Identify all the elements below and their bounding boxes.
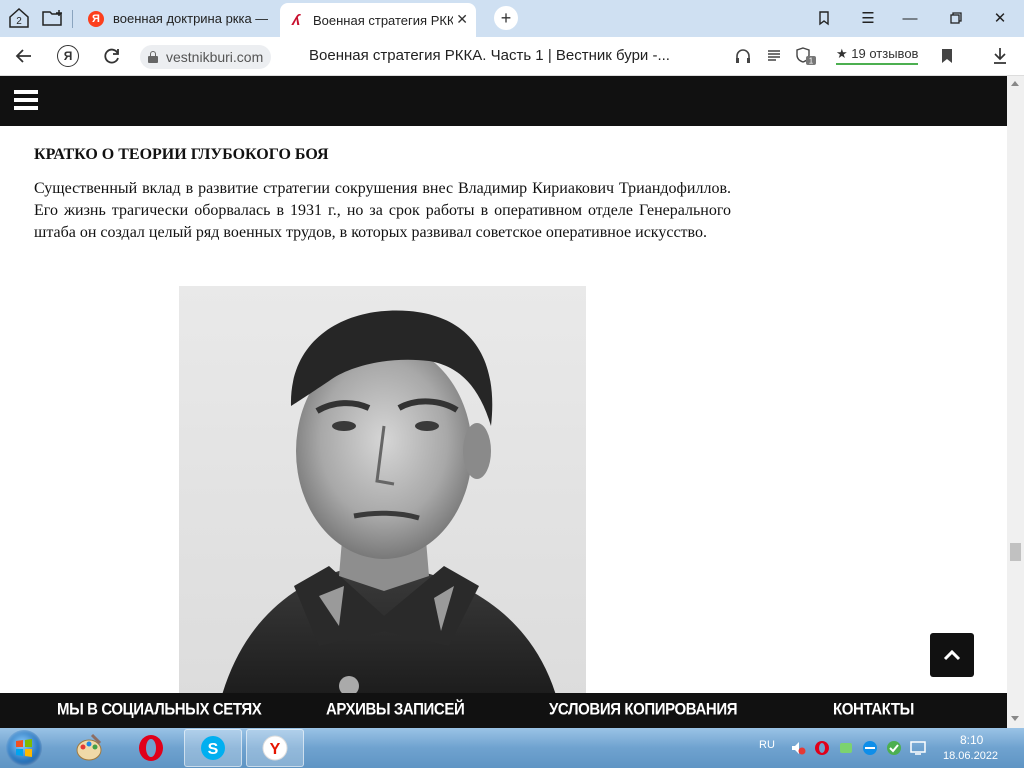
reviews-label: 19 отзывов [851,46,919,61]
svg-text:S: S [208,741,219,758]
footer-link-archives[interactable]: АРХИВЫ ЗАПИСЕЙ [326,700,465,719]
home-tabs-icon: 2 [9,7,29,28]
tab-active[interactable]: ʎ Военная стратегия РККА. ✕ [280,3,476,37]
taskbar-paint[interactable] [60,729,118,767]
scrollbar-thumb[interactable] [1010,543,1021,561]
yandex-favicon-icon: Я [88,10,104,27]
page-scrollbar[interactable] [1007,76,1024,728]
portrait-photo [179,286,586,693]
reader-mode-button[interactable] [762,44,786,68]
display-tray-icon[interactable] [910,740,928,756]
yandex-logo-icon: Я [57,45,79,67]
browser-navbar: Я vestnikburi.com Военная стратегия РККА… [0,37,1024,76]
portrait-illustration [222,310,556,693]
read-aloud-button[interactable] [731,44,755,68]
windows-taskbar: S Y RU 8:10 18.06.2022 [0,728,1024,768]
new-tab-button[interactable]: + [494,6,518,30]
reviews-link[interactable]: ★ 19 отзывов [836,46,919,65]
taskbar-opera[interactable] [122,729,180,767]
section-heading: КРАТКО О ТЕОРИИ ГЛУБОКОГО БОЯ [34,146,329,163]
reload-button[interactable] [100,44,124,68]
footer-link-social[interactable]: МЫ В СОЦИАЛЬНЫХ СЕТЯХ [57,700,262,719]
download-icon [994,48,1006,64]
tab-title: Военная стратегия РККА. [313,12,453,28]
minimize-button[interactable]: — [898,6,922,30]
minimize-icon: — [902,9,918,27]
yandex-browser-icon: Y [262,735,288,761]
close-icon: ✕ [993,10,1007,27]
hamburger-menu-icon: ☰ [861,10,875,27]
browser-tabstrip: 2 Я военная доктрина ркка — ʎ Военная ст… [0,0,1024,37]
lock-icon [148,51,158,63]
volume-muted-icon[interactable] [790,740,806,756]
clock-time[interactable]: 8:10 [960,733,983,747]
folder-plus-icon [42,10,62,26]
chevron-up-icon [943,649,961,661]
back-button[interactable] [12,44,36,68]
footer-link-contacts[interactable]: КОНТАКТЫ [833,700,914,719]
plus-icon: + [500,7,512,28]
downloads-button[interactable] [988,44,1012,68]
language-indicator[interactable]: RU [759,739,775,751]
skype-icon: S [201,736,225,760]
arrow-left-icon [15,49,31,63]
open-folder-button[interactable] [38,4,68,32]
article-paragraph: Существенный вклад в развитие стратегии … [34,180,731,241]
shield-badge-icon: 1 [796,47,816,66]
tab-separator [72,10,73,28]
footer-link-copyright[interactable]: УСЛОВИЯ КОПИРОВАНИЯ [549,700,738,719]
footer-nav: МЫ В СОЦИАЛЬНЫХ СЕТЯХ АРХИВЫ ЗАПИСЕЙ УСЛ… [0,693,1007,728]
article-content: КРАТКО О ТЕОРИИ ГЛУБОКОГО БОЯ Существенн… [0,126,1007,693]
tab-count-badge: 2 [16,16,22,27]
windows-logo-icon [16,739,32,757]
yandex-button[interactable]: Я [56,44,80,68]
star-icon: ★ [836,46,848,61]
bookmark-copy-icon [819,11,829,26]
close-window-button[interactable]: ✕ [988,6,1012,30]
scroll-down-arrow-icon[interactable] [1011,716,1019,721]
start-button[interactable] [6,730,42,766]
tab-close-icon[interactable]: ✕ [456,11,468,28]
tab-manager-button[interactable]: 2 [4,4,34,32]
restore-icon [950,12,962,24]
site-favicon-icon: ʎ [291,11,301,29]
taskbar-yandex-browser[interactable]: Y [246,729,304,767]
url-domain: vestnikburi.com [166,49,264,65]
page-title[interactable]: Военная стратегия РККА. Часть 1 | Вестни… [309,47,670,64]
site-menu-icon[interactable] [14,90,38,110]
reader-mode-icon [768,50,780,61]
paint-palette-icon [76,733,102,761]
taskbar-skype[interactable]: S [184,729,242,767]
clock-date[interactable]: 18.06.2022 [943,750,998,762]
scroll-to-top-button[interactable] [930,633,974,677]
address-bar[interactable]: vestnikburi.com [140,45,272,69]
opera-icon [139,735,163,761]
site-header [0,76,1007,126]
svg-text:Y: Y [270,741,281,758]
headphones-icon [736,49,750,63]
security-tray-icon[interactable] [886,740,902,756]
teamviewer-tray-icon[interactable] [862,740,878,756]
reload-icon [104,48,119,64]
restore-button[interactable] [944,6,968,30]
tab-inactive[interactable]: Я военная доктрина ркка — [80,3,276,34]
notification-count: 1 [809,57,814,66]
network-tray-icon[interactable] [838,740,854,756]
bookmark-button[interactable] [935,44,959,68]
protect-button[interactable]: 1 [794,44,818,68]
opera-tray-icon[interactable] [814,740,830,756]
scroll-up-arrow-icon[interactable] [1011,81,1019,86]
tab-title: военная доктрина ркка — [113,11,269,26]
bookmark-icon [942,49,952,63]
menu-button[interactable]: ☰ [856,6,880,30]
bookmarks-panel-button[interactable] [812,6,836,30]
